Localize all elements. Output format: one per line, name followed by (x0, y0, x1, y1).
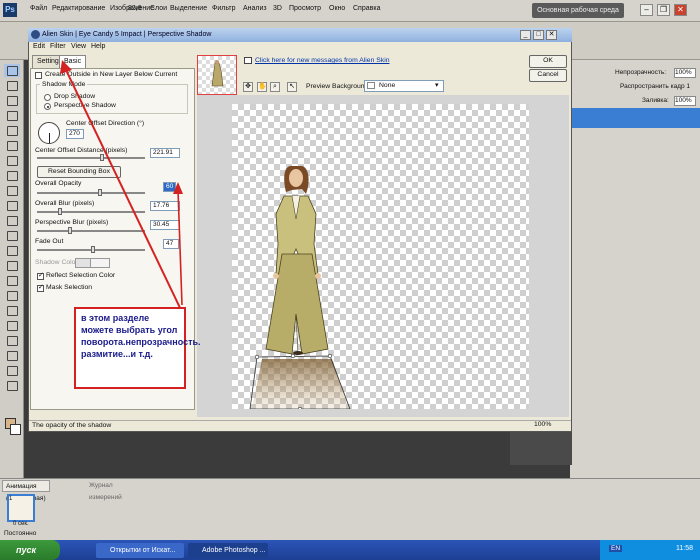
annotation-callout: в этом разделе можете выбрать угол повор… (74, 307, 201, 389)
annotation-arrows (60, 60, 183, 313)
